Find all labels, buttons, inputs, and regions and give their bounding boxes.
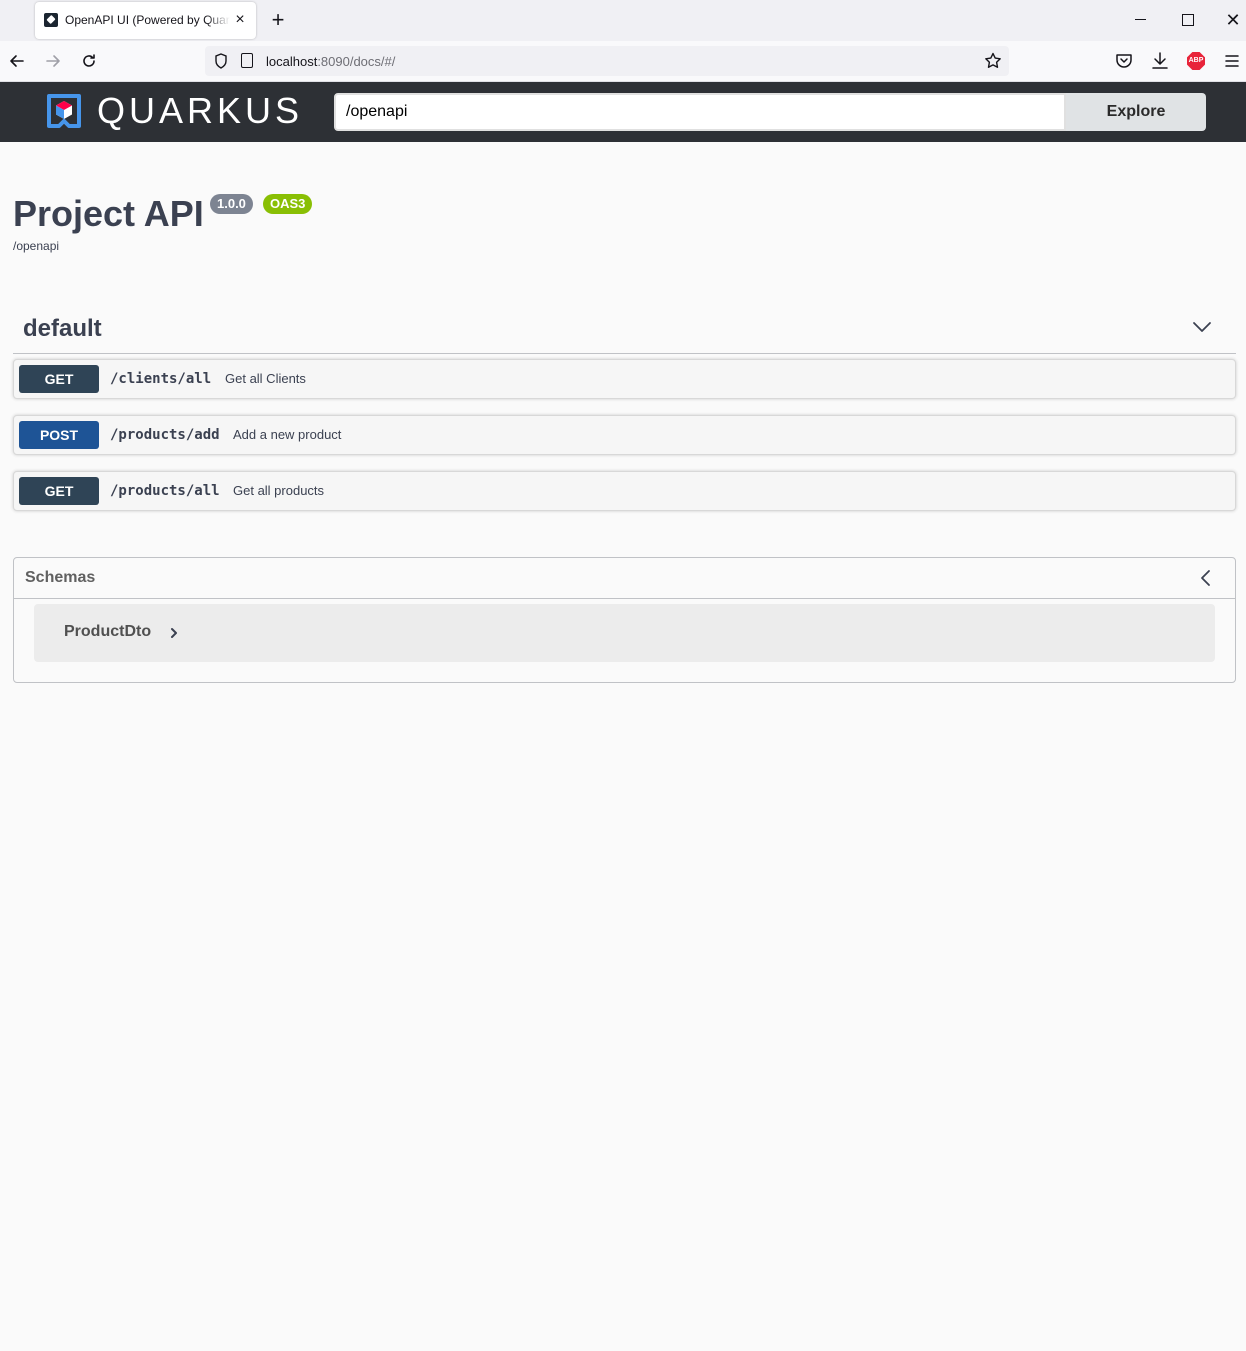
chevron-right-icon[interactable] [168,626,180,640]
window-close-button[interactable]: ✕ [1221,8,1245,32]
operation-path: /products/all [110,483,220,499]
schemas-header[interactable]: Schemas [14,558,1235,599]
address-bar[interactable]: localhost:8090/docs/#/ [205,46,1009,76]
window-maximize-button[interactable] [1175,8,1199,32]
bookmark-star-icon[interactable] [983,51,1003,71]
hamburger-menu-icon[interactable] [1221,50,1243,72]
spec-url-input[interactable] [334,93,1066,131]
forward-arrow-icon[interactable] [43,49,63,73]
new-tab-button[interactable]: + [266,6,290,34]
browser-tab-strip: OpenAPI UI (Powered by Quarkus) × + ✕ [0,0,1246,41]
operation-summary: Get all Clients [225,371,306,386]
quarkus-favicon-icon [44,13,58,27]
oas-badge: OAS3 [263,194,313,214]
page-info-icon[interactable] [241,53,253,68]
window-minimize-button[interactable] [1129,8,1153,32]
operation-path: /products/add [110,427,220,443]
tab-close-icon[interactable]: × [233,11,247,29]
model-productdto[interactable]: ProductDto [34,604,1215,662]
chevron-down-icon[interactable] [1191,316,1213,338]
browser-tab-active[interactable]: OpenAPI UI (Powered by Quarkus) × [35,2,256,39]
tag-title: default [23,315,102,342]
model-name: ProductDto [64,623,152,640]
tab-title: OpenAPI UI (Powered by Quarkus) [65,13,230,27]
adblock-plus-icon[interactable]: ABP [1185,50,1207,72]
explore-button[interactable]: Explore [1066,93,1206,131]
reload-icon[interactable] [79,49,99,73]
method-badge-get: GET [19,477,99,505]
schemas-section: Schemas ProductDto [13,557,1236,683]
operation-get-clients-all[interactable]: GET /clients/all Get all Clients [13,359,1236,399]
method-badge-get: GET [19,365,99,393]
schemas-title: Schemas [25,569,96,586]
operation-post-products-add[interactable]: POST /products/add Add a new product [13,415,1236,455]
api-title: Project API [13,193,204,234]
version-badge: 1.0.0 [210,194,253,214]
tag-section-default[interactable]: default [13,306,1236,354]
address-url[interactable]: localhost:8090/docs/#/ [266,54,395,69]
quarkus-brand-text: QUARKUS [97,90,304,131]
pocket-icon[interactable] [1113,50,1135,72]
download-icon[interactable] [1149,50,1171,72]
operation-path: /clients/all [110,371,212,387]
operation-get-products-all[interactable]: GET /products/all Get all products [13,471,1236,511]
chevron-left-icon[interactable] [1196,568,1216,588]
tracking-shield-icon[interactable] [213,52,229,70]
method-badge-post: POST [19,421,99,449]
spec-link[interactable]: /openapi [13,239,59,253]
operation-summary: Add a new product [233,427,342,442]
operation-summary: Get all products [233,483,325,498]
browser-toolbar: localhost:8090/docs/#/ ABP [0,41,1246,82]
quarkus-logo-icon[interactable] [45,92,83,130]
back-arrow-icon[interactable] [7,49,27,73]
swagger-topbar: QUARKUS Explore [0,82,1246,142]
